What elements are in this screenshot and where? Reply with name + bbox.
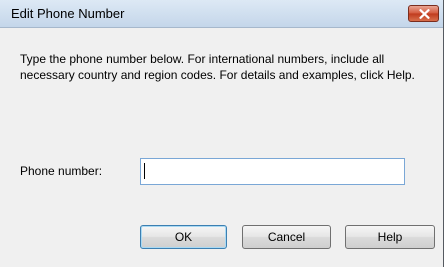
phone-number-label: Phone number: (20, 164, 103, 178)
ok-button[interactable]: OK (140, 225, 227, 249)
phone-number-input[interactable] (140, 158, 405, 185)
close-icon (419, 9, 430, 19)
close-button[interactable] (408, 5, 439, 22)
edit-phone-number-dialog: Edit Phone Number Type the phone number … (0, 0, 444, 267)
title-bar[interactable]: Edit Phone Number (0, 0, 443, 28)
cancel-button[interactable]: Cancel (242, 225, 331, 249)
instructions-text: Type the phone number below. For interna… (20, 52, 415, 82)
dialog-title: Edit Phone Number (11, 6, 125, 21)
text-cursor (144, 163, 145, 179)
dialog-body: Type the phone number below. For interna… (0, 28, 443, 267)
help-button[interactable]: Help (345, 225, 435, 249)
